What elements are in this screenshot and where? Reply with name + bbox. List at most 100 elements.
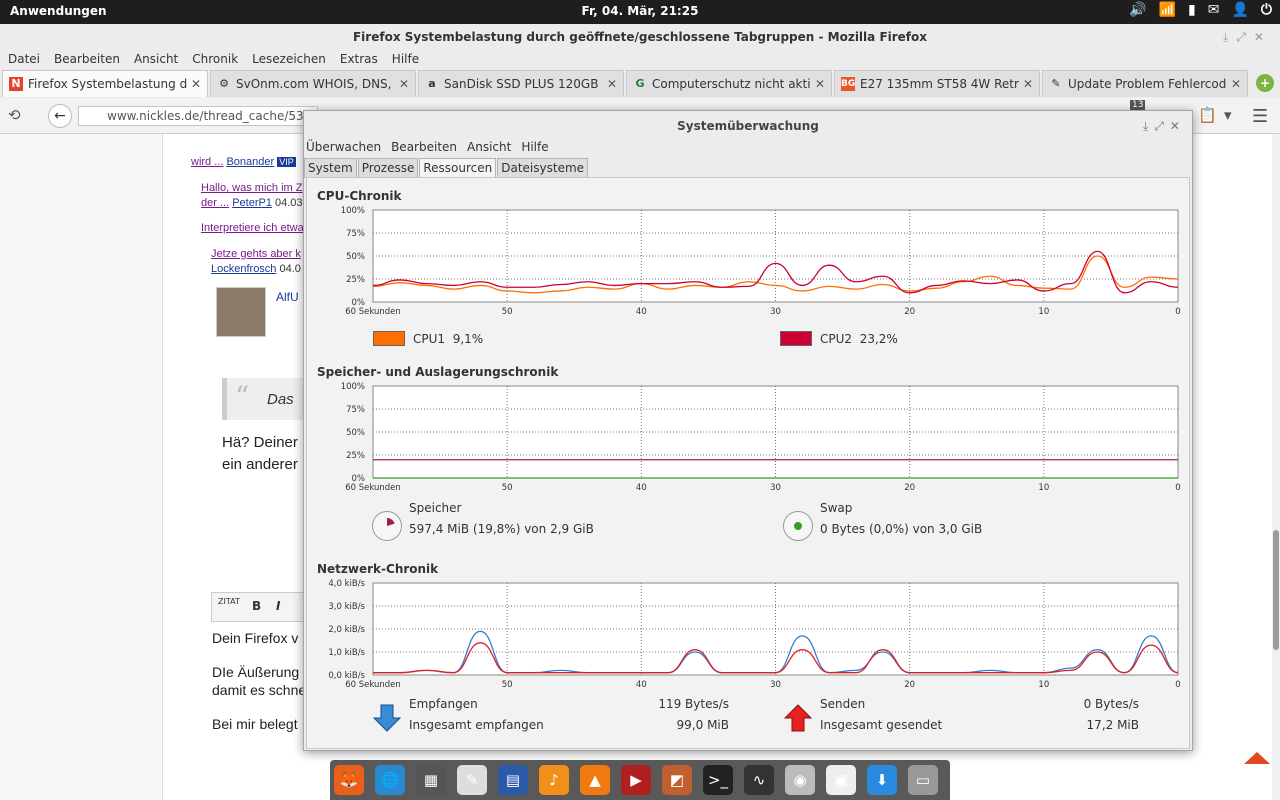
- vlc-icon[interactable]: ▲: [580, 765, 610, 795]
- document-icon[interactable]: ▤: [498, 765, 528, 795]
- menu-ueberwachen[interactable]: Überwachen: [306, 137, 381, 157]
- close-tab-icon[interactable]: ✕: [399, 77, 409, 91]
- notification-badge: 13: [1130, 100, 1146, 110]
- user-link[interactable]: PeterP1: [232, 197, 272, 209]
- tab-2[interactable]: ⚙ SvOnm.com WHOIS, DNS, & ... ✕: [210, 70, 416, 97]
- calculator-icon[interactable]: ▦: [416, 765, 446, 795]
- bold-button[interactable]: B: [252, 599, 261, 613]
- history-charts: 100%75%50%25%0%60 Sekunden 50 40 30 20 10 0100…: [328, 206, 1180, 690]
- thread-link[interactable]: Interpretiere ich etwa: [201, 222, 304, 234]
- download-icon[interactable]: ⬇: [867, 765, 897, 795]
- italic-button[interactable]: I: [276, 599, 280, 613]
- clipboard-icon[interactable]: 📋: [1198, 106, 1217, 124]
- menu-extras[interactable]: Extras: [340, 48, 378, 70]
- window-title-text: Firefox Systembelastung durch geöffnete/…: [352, 30, 928, 44]
- music-icon[interactable]: ♪: [539, 765, 569, 795]
- thread-link[interactable]: der ...: [201, 197, 229, 209]
- menu-ansicht[interactable]: Ansicht: [134, 48, 178, 70]
- cpu-y-tick: 25%: [346, 275, 365, 285]
- cpu1-swatch[interactable]: [373, 331, 405, 346]
- volume-icon[interactable]: 🔊: [1129, 2, 1146, 18]
- close-tab-icon[interactable]: ✕: [191, 77, 201, 91]
- quote-icon: “: [235, 380, 250, 413]
- menu-ansicht[interactable]: Ansicht: [467, 137, 511, 157]
- firefox-icon[interactable]: 🦊: [334, 765, 364, 795]
- tab-6[interactable]: ✎ Update Problem Fehlercode ... ✕: [1042, 70, 1248, 97]
- menu-hilfe[interactable]: Hilfe: [392, 48, 419, 70]
- quote-button[interactable]: ZITAT: [218, 597, 240, 606]
- disc-icon[interactable]: ◉: [785, 765, 815, 795]
- back-button[interactable]: ←: [48, 104, 72, 128]
- menu-datei[interactable]: Datei: [8, 48, 40, 70]
- nickles-favicon-icon: N: [9, 77, 23, 91]
- swap-pie-icon[interactable]: [783, 511, 813, 541]
- net-x-tick: 0: [1175, 680, 1180, 690]
- folder-icon[interactable]: ▭: [908, 765, 938, 795]
- window-controls[interactable]: ⤓⤢✕: [1143, 111, 1186, 141]
- tab-ressourcen[interactable]: Ressourcen: [419, 158, 497, 178]
- close-tab-icon[interactable]: ✕: [1231, 77, 1241, 91]
- thread-link[interactable]: Jetze gehts aber k: [211, 248, 301, 260]
- url-bar[interactable]: www.nickles.de/thread_cache/53916: [78, 106, 318, 126]
- chevron-down-icon[interactable]: ▾: [1224, 106, 1232, 124]
- tab-1[interactable]: N Firefox Systembelastung dur... ✕: [2, 70, 208, 97]
- mem-y-tick: 50%: [346, 428, 365, 438]
- globe-icon[interactable]: 🌐: [375, 765, 405, 795]
- menu-bearbeiten[interactable]: Bearbeiten: [391, 137, 457, 157]
- receive-arrow-icon[interactable]: [372, 703, 402, 733]
- thread-link[interactable]: wird ...: [191, 156, 223, 168]
- net-x-tick: 30: [770, 680, 781, 690]
- tab-prozesse[interactable]: Prozesse: [357, 158, 419, 178]
- menu-bearbeiten[interactable]: Bearbeiten: [54, 48, 120, 70]
- user-link[interactable]: Bonander: [226, 156, 274, 168]
- mail-icon[interactable]: ✉: [1208, 2, 1220, 18]
- editor-text[interactable]: Bei mir belegt: [212, 716, 298, 732]
- photos-icon[interactable]: ◩: [662, 765, 692, 795]
- editor-text[interactable]: Dein Firefox v: [212, 630, 298, 646]
- menu-chronik[interactable]: Chronik: [192, 48, 238, 70]
- thread-link[interactable]: Hallo, was mich im Z: [201, 182, 302, 194]
- cpu-x-tick: 50: [502, 307, 513, 317]
- avatar[interactable]: [216, 287, 266, 337]
- user-link[interactable]: Lockenfrosch: [211, 263, 276, 275]
- history-icon[interactable]: ⟲: [8, 106, 21, 124]
- windows-icon[interactable]: ▣: [826, 765, 856, 795]
- scroll-to-top-icon[interactable]: [1244, 752, 1270, 764]
- net-x-tick: 20: [904, 680, 915, 690]
- terminal-icon[interactable]: >_: [703, 765, 733, 795]
- text-editor-icon[interactable]: ✎: [457, 765, 487, 795]
- power-icon[interactable]: ⏻: [1261, 2, 1272, 18]
- scrollbar-thumb[interactable]: [1273, 530, 1279, 650]
- page-scrollbar[interactable]: [1272, 134, 1280, 800]
- send-label: Senden: [820, 697, 866, 711]
- editor-text[interactable]: DIe Äußerung: [212, 664, 299, 680]
- tab-system[interactable]: System: [304, 158, 357, 178]
- cpu1-value: 9,1%: [452, 331, 484, 346]
- battery-icon[interactable]: ▮: [1188, 2, 1196, 18]
- user-icon[interactable]: 👤: [1231, 2, 1248, 18]
- hamburger-menu-icon[interactable]: ☰: [1252, 106, 1268, 127]
- menu-lesezeichen[interactable]: Lesezeichen: [252, 48, 326, 70]
- tab-label: SvOnm.com WHOIS, DNS, & ...: [236, 77, 395, 91]
- close-tab-icon[interactable]: ✕: [607, 77, 617, 91]
- close-tab-icon[interactable]: ✕: [1023, 77, 1033, 91]
- new-tab-button[interactable]: +: [1256, 74, 1274, 92]
- mem-y-tick: 75%: [346, 405, 365, 415]
- tab-dateisysteme[interactable]: Dateisysteme: [497, 158, 589, 178]
- window-controls[interactable]: ⤓⤢✕: [1223, 24, 1272, 50]
- memory-pie-icon[interactable]: [372, 511, 402, 541]
- clock[interactable]: Fr, 04. Mär, 21:25: [0, 4, 1280, 18]
- tab-5[interactable]: BG E27 135mm ST58 4W Retro ... ✕: [834, 70, 1040, 97]
- author-name[interactable]: AlfU: [276, 290, 299, 304]
- system-monitor-icon[interactable]: ∿: [744, 765, 774, 795]
- cpu2-swatch[interactable]: [780, 331, 812, 346]
- wifi-icon[interactable]: 📶: [1159, 2, 1176, 18]
- editor-text[interactable]: damit es schne: [212, 682, 306, 698]
- tab-4[interactable]: G Computerschutz nicht aktivie... ✕: [626, 70, 832, 97]
- tab-3[interactable]: a SanDisk SSD PLUS 120GB Sat... ✕: [418, 70, 624, 97]
- video-icon[interactable]: ▶: [621, 765, 651, 795]
- cpu2-value: 23,2%: [859, 331, 898, 346]
- close-tab-icon[interactable]: ✕: [815, 77, 825, 91]
- menu-hilfe[interactable]: Hilfe: [521, 137, 548, 157]
- send-arrow-icon[interactable]: [783, 703, 813, 733]
